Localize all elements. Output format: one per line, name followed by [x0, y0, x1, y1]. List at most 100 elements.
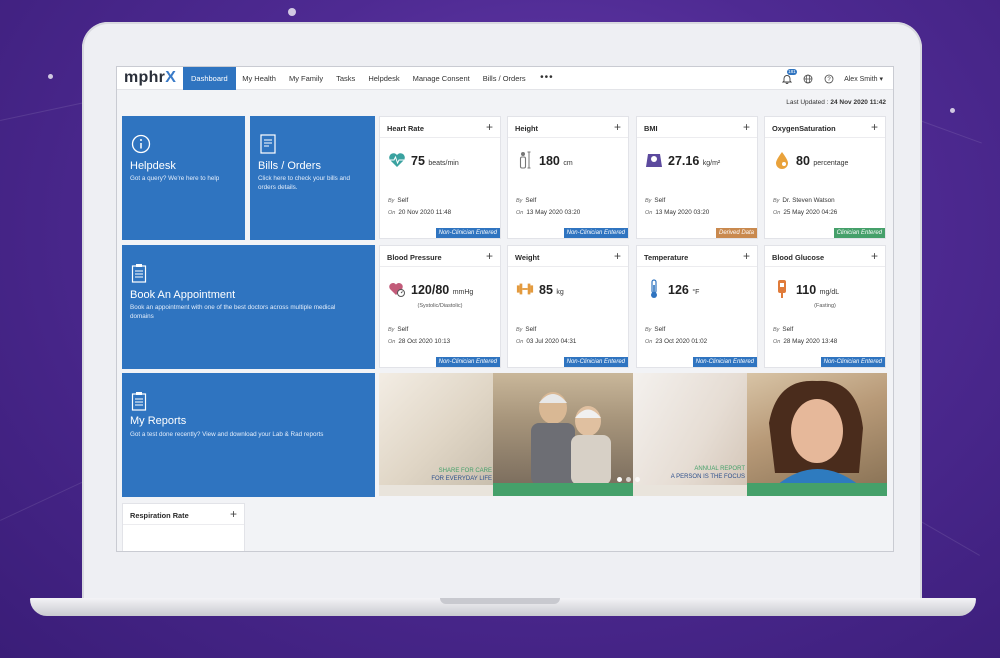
bell-icon[interactable]: 181	[781, 69, 797, 84]
nav-bills-orders[interactable]: Bills / Orders	[476, 67, 532, 90]
vital-value-row: 27.16 kg/m²	[668, 154, 720, 168]
add-reading-button[interactable]: +	[871, 120, 878, 134]
add-reading-button[interactable]: +	[614, 120, 621, 134]
recorded-by: By Self	[645, 197, 665, 204]
vital-card-header: Temperature +	[637, 246, 757, 267]
report-icon	[131, 391, 147, 416]
nav-dashboard[interactable]: Dashboard	[183, 67, 236, 90]
vital-card[interactable]: Height +180 cm By Self On 13 May 2020 03:20 No…	[507, 116, 629, 239]
vital-title: Temperature	[644, 253, 689, 262]
vital-card[interactable]: OxygenSaturation +80 percentage By Dr. Stev…	[764, 116, 886, 239]
vital-unit: mg/dL	[819, 289, 840, 296]
on-label: On	[516, 210, 524, 216]
last-updated-label: Last Updated :	[786, 99, 831, 106]
recorded-by: By Self	[388, 197, 408, 204]
vital-card[interactable]: Blood Glucose +110 mg/dL (Fasting) By Self On…	[764, 245, 886, 368]
vital-title: BMI	[644, 124, 658, 133]
vital-card-header: Height +	[508, 117, 628, 138]
vital-card[interactable]: Weight +85 kg By Self On 03 Jul 2020 04:31 Non…	[507, 245, 629, 368]
carousel-dot[interactable]	[635, 477, 640, 482]
carousel-dot[interactable]	[617, 477, 622, 482]
vital-value: 75	[411, 154, 425, 168]
bg-dot	[950, 108, 955, 113]
add-reading-button[interactable]: +	[743, 120, 750, 134]
banner-green-bar	[747, 483, 887, 496]
carousel-dot[interactable]	[626, 477, 631, 482]
nav-my-health[interactable]: My Health	[236, 67, 283, 90]
vital-value-row: 75 beats/min	[411, 154, 459, 168]
nav-helpdesk[interactable]: Helpdesk	[362, 67, 406, 90]
banner-left-line2: FOR EVERYDAY LIFE	[431, 476, 492, 482]
book-appointment-tile[interactable]: Book An Appointment Book an appointment …	[122, 245, 375, 369]
bills-title: Bills / Orders	[258, 160, 321, 172]
app-screen: mphrX Dashboard My Health My Family Task…	[116, 66, 894, 552]
scale-icon	[645, 151, 663, 169]
by-label: By	[773, 327, 780, 333]
recorded-by-value: Self	[654, 197, 666, 204]
banner-left-caption: SHARE FOR CARE FOR EVERYDAY LIFE	[382, 467, 492, 483]
promo-banner[interactable]: SHARE FOR CARE FOR EVERYDAY LIFE ANNUAL …	[379, 373, 887, 496]
vital-value: 27.16	[668, 154, 700, 168]
by-label: By	[388, 198, 395, 204]
add-reading-button[interactable]: +	[871, 249, 878, 263]
recorded-by: By Self	[773, 326, 793, 333]
on-label: On	[645, 339, 653, 345]
recorded-on: On 28 Oct 2020 10:13	[388, 338, 450, 345]
vital-card-header: OxygenSaturation +	[765, 117, 885, 138]
vital-value: 120/80	[411, 283, 450, 297]
recorded-by-value: Self	[782, 326, 794, 333]
bg-dot	[288, 8, 296, 16]
my-reports-tile[interactable]: My Reports Got a test done recently? Vie…	[122, 373, 375, 497]
height-icon	[516, 151, 534, 169]
add-reading-button[interactable]: +	[486, 120, 493, 134]
globe-icon[interactable]	[802, 73, 813, 84]
vital-card[interactable]: BMI +27.16 kg/m² By Self On 13 May 2020 03:20…	[636, 116, 758, 239]
bills-subtitle-1: Click here to check your bills and	[258, 175, 351, 182]
more-menu-icon[interactable]: •••	[532, 67, 554, 90]
laptop-notch	[440, 598, 560, 604]
banner-image-woman	[747, 373, 887, 485]
nav-manage-consent[interactable]: Manage Consent	[406, 67, 476, 90]
banner-left-line1: SHARE FOR CARE	[438, 468, 492, 474]
nav-tasks[interactable]: Tasks	[330, 67, 362, 90]
vital-unit: kg/m²	[702, 160, 721, 167]
helpdesk-tile[interactable]: Helpdesk Got a query? We're here to help	[122, 116, 245, 240]
by-label: By	[773, 198, 780, 204]
recorded-by: By Self	[645, 326, 665, 333]
vital-title: Heart Rate	[387, 124, 424, 133]
vital-card[interactable]: Temperature +126 °F By Self On 23 Oct 2020 01…	[636, 245, 758, 368]
nav-my-family[interactable]: My Family	[282, 67, 329, 90]
on-label: On	[773, 339, 781, 345]
vital-card[interactable]: Heart Rate +75 beats/min By Self On 20 Nov 20…	[379, 116, 501, 239]
source-tag: Non-Clinician Entered	[820, 357, 885, 367]
add-reading-button[interactable]: +	[743, 249, 750, 263]
appointment-subtitle-1: Book an appointment with one of the best…	[130, 304, 336, 311]
banner-right-caption: ANNUAL REPORT A PERSON IS THE FOCUS	[635, 465, 745, 481]
banner-green-bar	[493, 483, 633, 496]
help-icon[interactable]: ?	[823, 73, 834, 84]
logo-accent: X	[165, 69, 177, 86]
add-reading-button[interactable]: +	[486, 249, 493, 263]
add-respiration-button[interactable]: +	[230, 507, 237, 521]
recorded-by-value: Dr. Steven Watson	[782, 197, 835, 204]
clipboard-icon	[131, 263, 147, 288]
recorded-on-value: 13 May 2020 03:20	[526, 209, 581, 216]
drop-icon	[773, 151, 791, 169]
appointment-subtitle-2: domains	[130, 313, 154, 320]
vital-unit: cm	[563, 160, 573, 167]
vital-note: (Systolic/Diastolic)	[417, 303, 463, 309]
reports-subtitle: Got a test done recently? View and downl…	[130, 431, 324, 438]
respiration-rate-card[interactable]: Respiration Rate +	[122, 503, 245, 551]
vital-value-row: 120/80 mmHg	[411, 283, 473, 297]
user-menu[interactable]: Alex Smith ▾	[844, 75, 883, 83]
recorded-by-value: Self	[525, 197, 537, 204]
vital-card-header: BMI +	[637, 117, 757, 138]
add-reading-button[interactable]: +	[614, 249, 621, 263]
recorded-by: By Self	[388, 326, 408, 333]
vital-card-header: Heart Rate +	[380, 117, 500, 138]
vital-card[interactable]: Blood Pressure +120/80 mmHg (Systolic/Dias…	[379, 245, 501, 368]
receipt-icon	[259, 134, 277, 159]
app-logo[interactable]: mphrX	[124, 69, 176, 87]
bills-orders-tile[interactable]: Bills / Orders Click here to check your …	[250, 116, 375, 240]
glucose-icon	[773, 280, 791, 298]
